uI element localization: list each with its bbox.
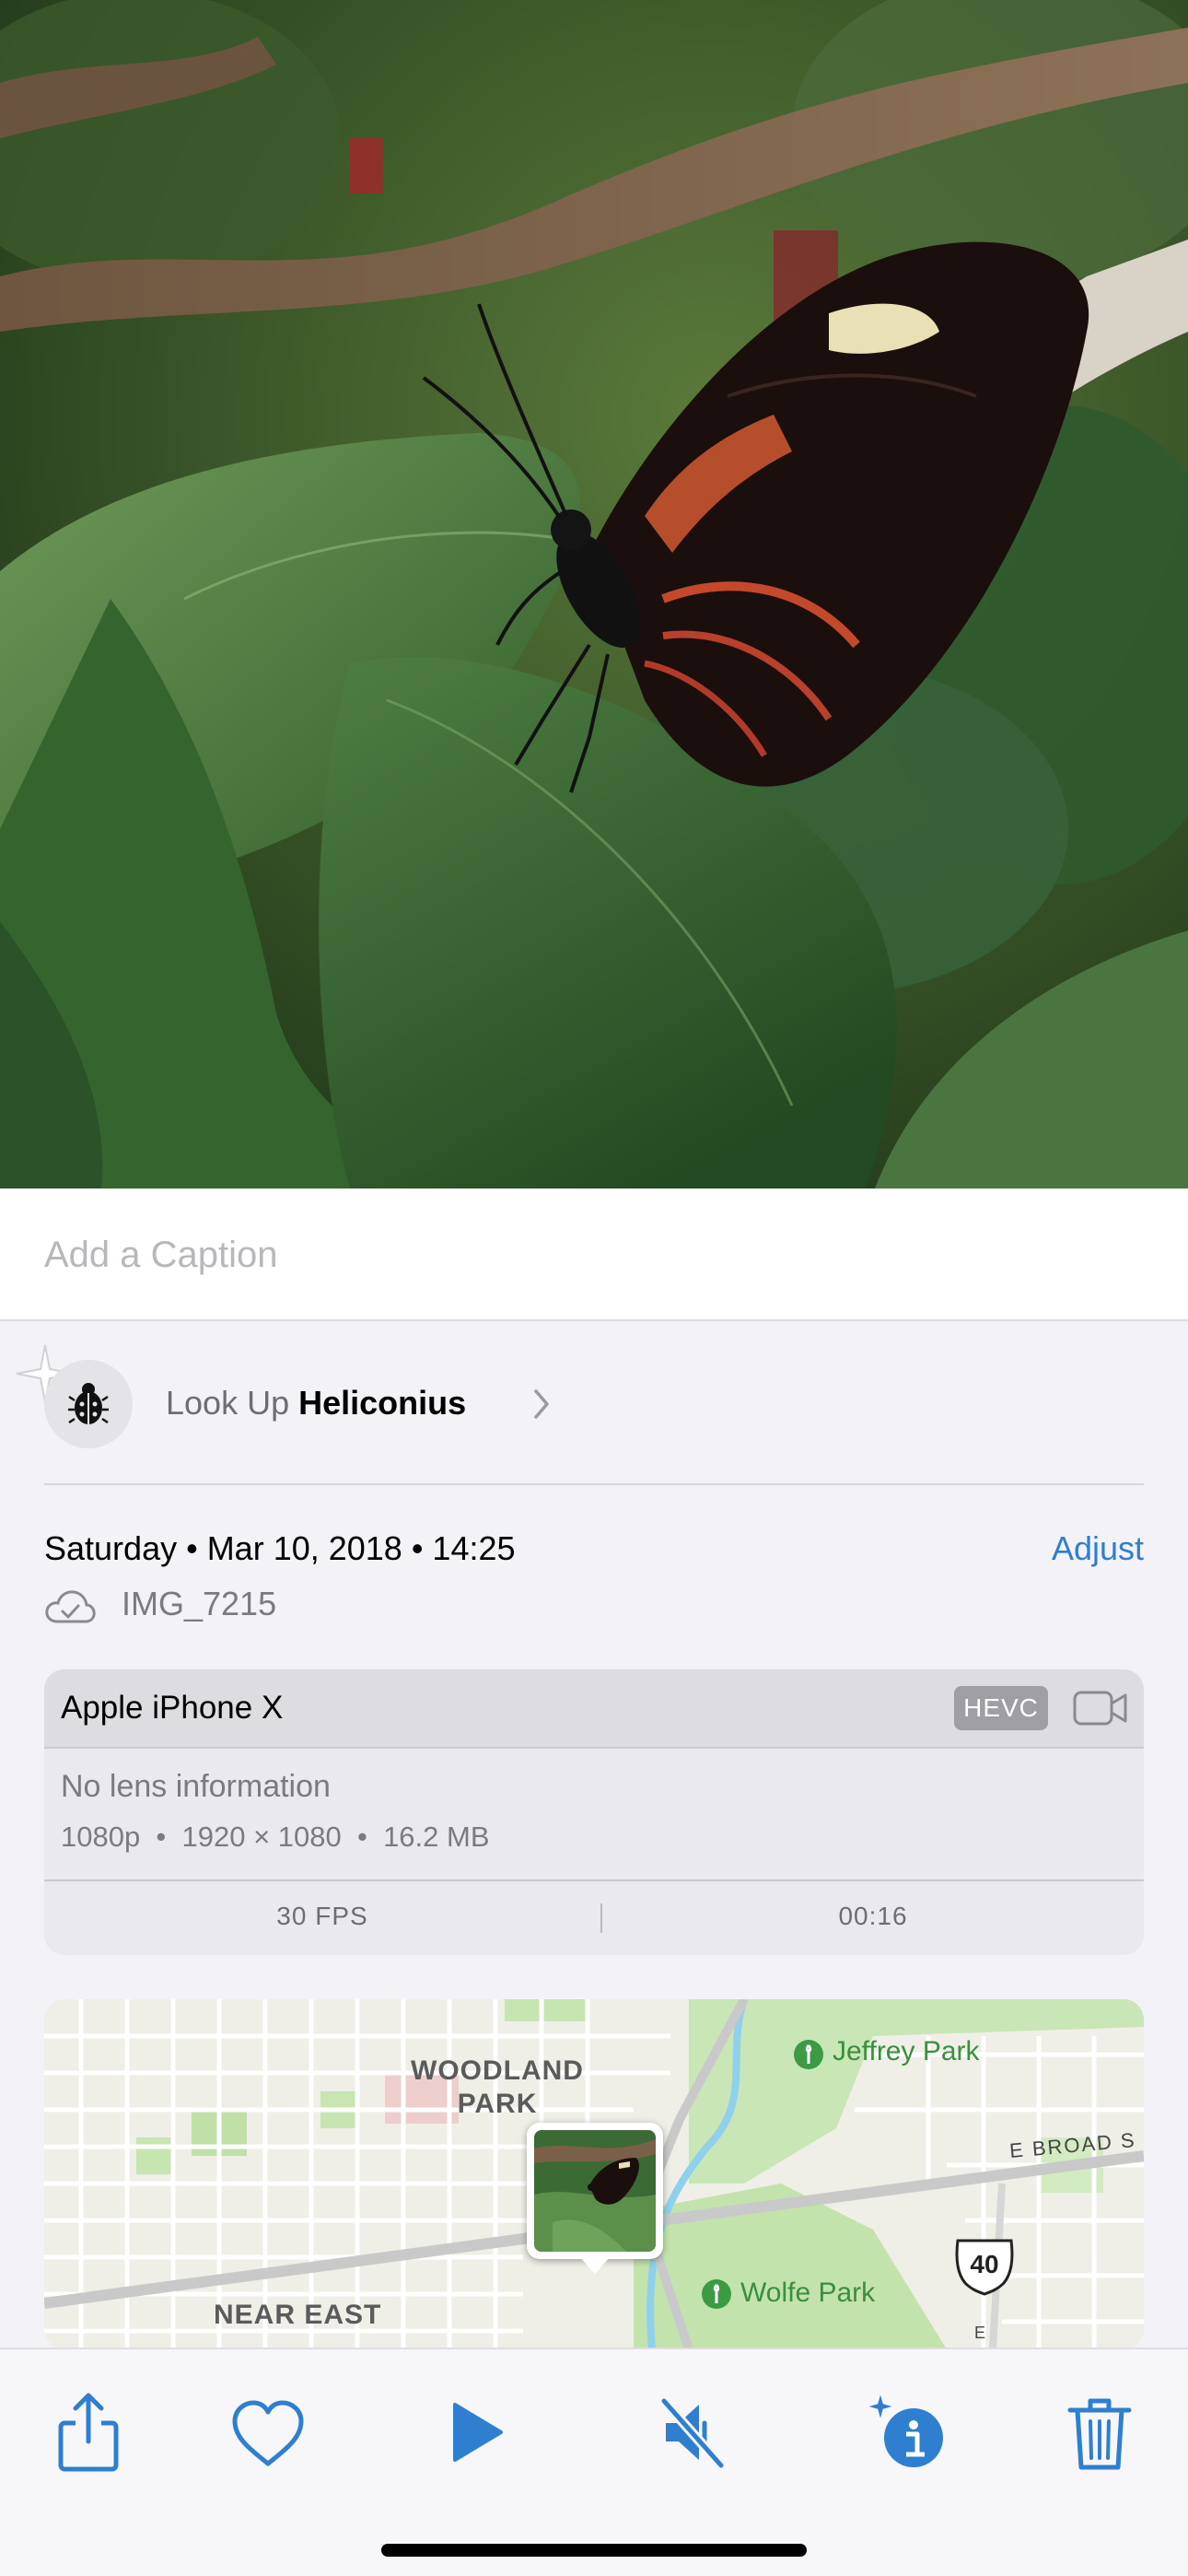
map-neighborhood-label: WOODLAND PARK [411, 2055, 584, 2121]
map-park-label-jeffrey[interactable]: Jeffrey Park [833, 2036, 980, 2067]
map-neighborhood-near-east: NEAR EAST [214, 2300, 382, 2330]
map-park-label-wolfe[interactable]: Wolfe Park [740, 2277, 875, 2309]
play-button[interactable] [427, 2386, 519, 2478]
visual-lookup-row[interactable]: Look Up Heliconius [16, 1344, 1144, 1485]
file-name: IMG_7215 [122, 1585, 277, 1622]
section-divider [44, 1483, 1144, 1485]
lens-info: No lens information [61, 1769, 331, 1804]
favorite-heart-icon [232, 2400, 304, 2466]
share-button[interactable] [42, 2386, 134, 2478]
play-icon [453, 2403, 503, 2462]
ladybug-icon [68, 1383, 109, 1424]
map-road-vertical-label: E [974, 2324, 988, 2342]
icloud-icon [45, 1590, 96, 1623]
photo-viewer[interactable] [0, 0, 1188, 1188]
route-shield: 40 [952, 2237, 1017, 2296]
route-number: 40 [970, 2250, 999, 2278]
photo-thumbnail [534, 2130, 656, 2252]
device-header: Apple iPhone X HEVC [44, 1669, 1144, 1749]
frame-rate: 30 FPS [276, 1902, 368, 1930]
lookup-prefix: Look Up [166, 1384, 290, 1422]
home-indicator[interactable] [381, 2544, 807, 2557]
map-neighborhood-line-1: WOODLAND [411, 2055, 584, 2086]
map-neighborhood-line-2: PARK [457, 2089, 538, 2119]
info-button[interactable] [862, 2386, 954, 2478]
trash-icon [1067, 2398, 1132, 2470]
lookup-label[interactable]: Look Up Heliconius [166, 1384, 466, 1423]
favorite-button[interactable] [222, 2386, 314, 2478]
device-name: Apple iPhone X [61, 1690, 284, 1726]
pin-pointer [580, 2257, 610, 2274]
mute-button[interactable] [647, 2386, 740, 2478]
bottom-toolbar [0, 2348, 1188, 2576]
delete-button[interactable] [1054, 2386, 1146, 2478]
caption-area [0, 1188, 1188, 1321]
device-footer: 30 FPS 00:16 [44, 1879, 1144, 1955]
thumbnail-image [534, 2130, 656, 2252]
lookup-badge [44, 1360, 133, 1448]
photo-location-pin[interactable] [527, 2123, 663, 2274]
share-icon [58, 2393, 119, 2472]
format-badge: HEVC [954, 1686, 1048, 1730]
caption-input[interactable] [44, 1227, 1140, 1282]
video-camera-icon [1073, 1691, 1127, 1726]
device-info-card: Apple iPhone X HEVC No lens information … [44, 1669, 1144, 1955]
chevron-right-icon [534, 1389, 549, 1419]
info-sparkle-icon [862, 2386, 943, 2467]
capture-date: Saturday • Mar 10, 2018 • 14:25 [44, 1529, 516, 1567]
adjust-date-button[interactable]: Adjust [1052, 1529, 1144, 1568]
location-map[interactable]: WOODLAND PARK NEAR EAST Jeffrey Park Wol… [44, 1999, 1144, 2349]
lookup-subject: Heliconius [298, 1384, 467, 1422]
mute-speaker-icon [658, 2395, 727, 2471]
video-specs: 1080p • 1920 × 1080 • 16.2 MB [61, 1821, 490, 1853]
butterfly-photo [0, 0, 1188, 1188]
video-duration: 00:16 [838, 1902, 908, 1930]
